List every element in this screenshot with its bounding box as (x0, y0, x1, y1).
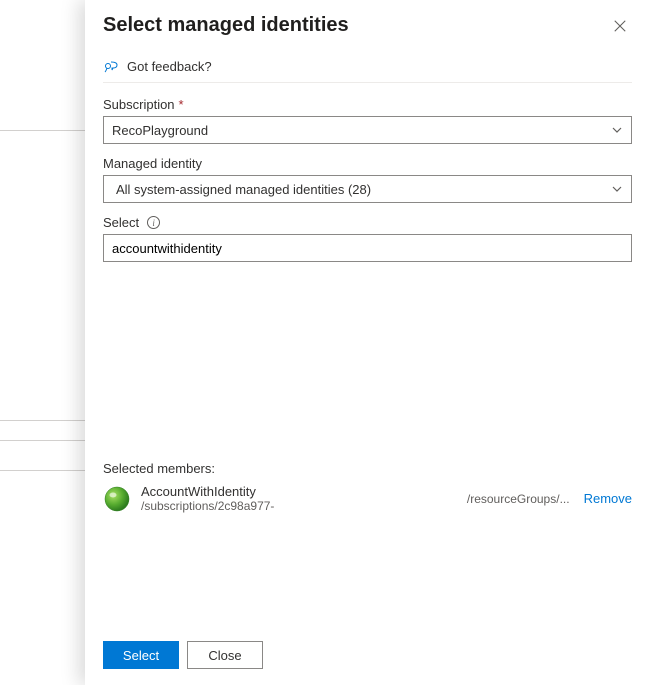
remove-link[interactable]: Remove (584, 491, 632, 506)
panel-body: Got feedback? Subscription * RecoPlaygro… (85, 48, 650, 627)
close-button[interactable]: Close (187, 641, 263, 669)
close-icon[interactable] (608, 14, 632, 38)
info-icon[interactable]: i (147, 216, 160, 229)
member-text: AccountWithIdentity /subscriptions/2c98a… (141, 484, 570, 513)
subscription-value: RecoPlayground (112, 123, 208, 138)
panel-title: Select managed identities (103, 14, 349, 37)
select-button[interactable]: Select (103, 641, 179, 669)
panel-header: Select managed identities (85, 0, 650, 48)
managed-identity-label: Managed identity (103, 156, 632, 171)
select-input[interactable] (103, 234, 632, 262)
feedback-label: Got feedback? (127, 59, 212, 74)
panel-footer: Select Close (85, 627, 650, 685)
managed-identity-value: All system-assigned managed identities (… (116, 182, 371, 197)
managed-identity-select[interactable]: All system-assigned managed identities (… (103, 175, 632, 203)
member-path-left: /subscriptions/2c98a977- (141, 499, 274, 513)
background-lines (0, 0, 85, 685)
managed-identity-icon (103, 485, 131, 513)
managed-identity-field: Managed identity All system-assigned man… (103, 156, 632, 203)
spacer (103, 274, 632, 451)
chevron-down-icon (611, 183, 623, 195)
selected-members-section: Selected members: (103, 461, 632, 627)
member-row: AccountWithIdentity /subscriptions/2c98a… (103, 480, 632, 517)
subscription-select[interactable]: RecoPlayground (103, 116, 632, 144)
subscription-label: Subscription * (103, 97, 632, 112)
select-field: Select i (103, 215, 632, 262)
required-indicator: * (179, 97, 184, 112)
subscription-field: Subscription * RecoPlayground (103, 97, 632, 144)
feedback-icon (103, 58, 119, 74)
member-name: AccountWithIdentity (141, 484, 274, 499)
feedback-bar[interactable]: Got feedback? (103, 48, 632, 83)
select-label: Select i (103, 215, 632, 230)
chevron-down-icon (611, 124, 623, 136)
member-path-right: /resourceGroups/... (461, 492, 570, 506)
selected-members-label: Selected members: (103, 461, 632, 476)
select-managed-identities-panel: Select managed identities Got feedback? … (85, 0, 650, 685)
